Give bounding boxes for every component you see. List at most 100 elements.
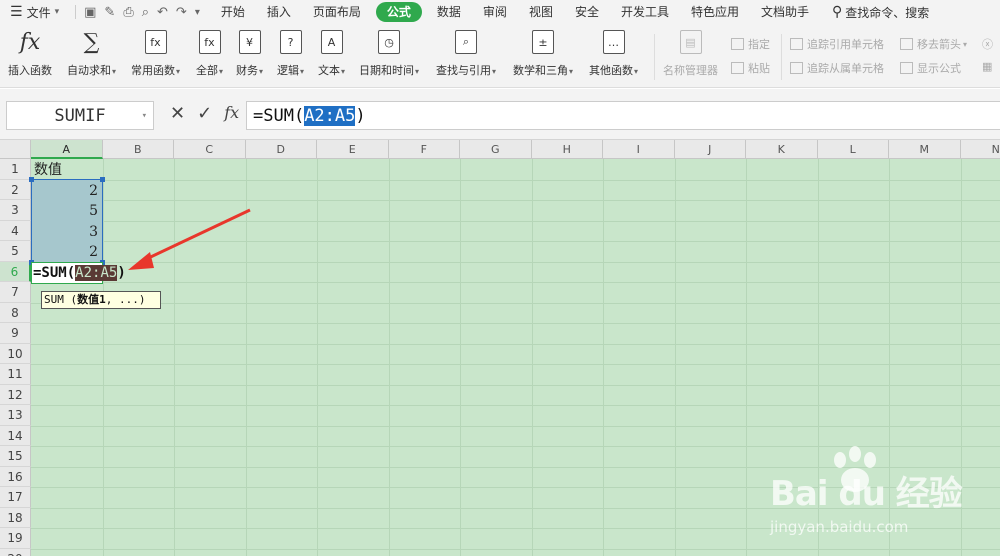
- name-box[interactable]: SUMIF ▾: [6, 101, 154, 130]
- trace-precedents-icon: [790, 38, 803, 50]
- formula-actions: ✕ ✓ fx: [170, 103, 239, 124]
- tab-2[interactable]: 页面布局: [302, 0, 372, 24]
- specify-label: 指定: [748, 38, 770, 51]
- show-formulas-button[interactable]: 显示公式: [900, 60, 961, 76]
- insert-function-label: 插入函数: [8, 64, 52, 77]
- trace-precedents-button[interactable]: 追踪引用单元格: [790, 36, 884, 52]
- file-menu-label: 文件: [26, 5, 51, 20]
- all-functions-button[interactable]: fx 全部▾: [196, 30, 223, 78]
- tab-8[interactable]: 开发工具: [610, 0, 680, 24]
- name-manager-icon: ▤: [679, 30, 702, 54]
- formula-input[interactable]: =SUM(A2:A5): [246, 101, 1000, 130]
- lookup-icon: ⌕: [455, 30, 477, 54]
- math-label: 数学和三角: [513, 64, 568, 77]
- specify-button[interactable]: 指定: [731, 36, 770, 52]
- baidu-watermark: Bai du 经验 jingyan.baidu.com: [770, 446, 995, 556]
- formula-bar: SUMIF ▾ ✕ ✓ fx =SUM(A2:A5): [0, 89, 1000, 140]
- formula-suffix: ): [355, 105, 366, 126]
- confirm-icon[interactable]: ✓: [197, 103, 212, 124]
- text-button[interactable]: A 文本▾: [318, 30, 345, 78]
- chevron-down-icon: ▾: [54, 7, 60, 17]
- tab-0[interactable]: 开始: [210, 0, 256, 24]
- tab-3[interactable]: 公式: [375, 2, 422, 22]
- print-preview-icon[interactable]: ⌕: [142, 5, 149, 20]
- paste-icon: [731, 62, 744, 74]
- trace-dependents-label: 追踪从属单元格: [807, 62, 884, 75]
- logic-icon: ?: [279, 30, 302, 54]
- specify-icon: [731, 38, 744, 50]
- finance-icon: ¥: [238, 30, 261, 54]
- tab-9[interactable]: 特色应用: [680, 0, 750, 24]
- tab-4[interactable]: 数据: [426, 0, 472, 24]
- paste-button[interactable]: 粘贴: [731, 60, 770, 76]
- common-functions-icon: fx: [144, 30, 167, 54]
- evaluate-icon[interactable]: ▦: [982, 60, 992, 73]
- show-formulas-icon: [900, 62, 913, 74]
- other-functions-label: 其他函数: [589, 64, 633, 77]
- redo-icon[interactable]: ↷: [176, 5, 187, 20]
- remove-arrows-label: 移去箭头: [917, 38, 961, 51]
- arrow-shaft: [139, 208, 251, 264]
- tab-1[interactable]: 插入: [256, 0, 302, 24]
- text-icon: A: [320, 30, 343, 54]
- hamburger-icon: ☰: [10, 4, 23, 20]
- name-manager-label: 名称管理器: [663, 64, 718, 77]
- clock-icon: ◷: [378, 30, 400, 54]
- file-menu[interactable]: ☰ 文件 ▾: [0, 0, 65, 24]
- watermark-logo: Bai du 经验: [770, 474, 963, 514]
- trace-dependents-button[interactable]: 追踪从属单元格: [790, 60, 884, 76]
- other-functions-button[interactable]: … 其他函数▾: [589, 30, 638, 78]
- fx-icon: fx: [19, 29, 41, 55]
- spreadsheet-grid[interactable]: ABCDEFGHIJKLMN 1 2 3 4 5 6 7 8 9 10 11 12 13 14 15 16 17…: [0, 140, 1000, 556]
- text-label: 文本: [318, 64, 340, 77]
- formula-prefix: =SUM(: [253, 105, 305, 126]
- logic-label: 逻辑: [277, 64, 299, 77]
- finance-button[interactable]: ¥ 财务▾: [236, 30, 263, 78]
- command-search-label: 查找命令、搜索: [845, 5, 930, 20]
- lookup-button[interactable]: ⌕ 查找与引用▾: [436, 30, 496, 78]
- datetime-button[interactable]: ◷ 日期和时间▾: [359, 30, 419, 78]
- logic-button[interactable]: ? 逻辑▾: [277, 30, 304, 78]
- name-box-value: SUMIF: [54, 105, 106, 126]
- math-icon: ±: [532, 30, 554, 54]
- auto-sum-button[interactable]: ∑ 自动求和▾: [67, 30, 116, 78]
- sigma-icon: ∑: [83, 29, 100, 55]
- search-icon: ⚲: [832, 4, 843, 20]
- quick-access-toolbar: ▣ ✎ ⎙ ⌕ ↶ ↷ ▾: [65, 5, 210, 20]
- name-manager-button[interactable]: ▤ 名称管理器: [663, 30, 718, 78]
- ribbon-tabs: 开始 插入 页面布局 公式 数据 审阅 视图 安全 开发工具 特色应用 文档助手: [210, 0, 820, 24]
- arrow-head: [128, 252, 154, 270]
- all-functions-label: 全部: [196, 64, 218, 77]
- show-formulas-label: 显示公式: [917, 62, 961, 75]
- undo-icon[interactable]: ↶: [157, 5, 168, 20]
- chevron-down-icon: ▾: [141, 110, 147, 121]
- print-icon[interactable]: ⎙: [123, 5, 133, 20]
- common-functions-label: 常用函数: [131, 64, 175, 77]
- customize-icon[interactable]: ▾: [195, 7, 200, 18]
- command-search[interactable]: ⚲ 查找命令、搜索: [820, 4, 929, 21]
- trace-dependents-icon: [790, 62, 803, 74]
- format-painter-icon[interactable]: ✎: [104, 5, 115, 20]
- watermark-url: jingyan.baidu.com: [770, 518, 909, 536]
- common-functions-button[interactable]: fx 常用函数▾: [131, 30, 180, 78]
- all-functions-icon: fx: [198, 30, 221, 54]
- insert-function-icon[interactable]: fx: [224, 103, 239, 124]
- error-check-icon[interactable]: ⓧ: [982, 36, 993, 52]
- menu-bar: ☰ 文件 ▾ ▣ ✎ ⎙ ⌕ ↶ ↷ ▾ 开始 插入 页面布局 公式 数据 审阅 视图 安全开…: [0, 0, 1000, 24]
- cancel-icon[interactable]: ✕: [170, 103, 185, 124]
- math-button[interactable]: ± 数学和三角▾: [513, 30, 573, 78]
- other-functions-icon: …: [602, 30, 625, 54]
- formula-range-ref: A2:A5: [304, 105, 356, 126]
- tab-7[interactable]: 安全: [564, 0, 610, 24]
- formula-ribbon: fx 插入函数 ∑ 自动求和▾ fx 常用函数▾ fx 全部▾ ¥ 财务▾ ? …: [0, 24, 1000, 88]
- finance-label: 财务: [236, 64, 258, 77]
- tab-6[interactable]: 视图: [518, 0, 564, 24]
- datetime-label: 日期和时间: [359, 64, 414, 77]
- tab-10[interactable]: 文档助手: [750, 0, 820, 24]
- paste-label: 粘贴: [748, 62, 770, 75]
- tab-5[interactable]: 审阅: [472, 0, 518, 24]
- save-icon[interactable]: ▣: [84, 5, 96, 20]
- insert-function-button[interactable]: fx 插入函数: [8, 30, 52, 78]
- lookup-label: 查找与引用: [436, 64, 491, 77]
- remove-arrows-button[interactable]: 移去箭头 ▾: [900, 36, 967, 52]
